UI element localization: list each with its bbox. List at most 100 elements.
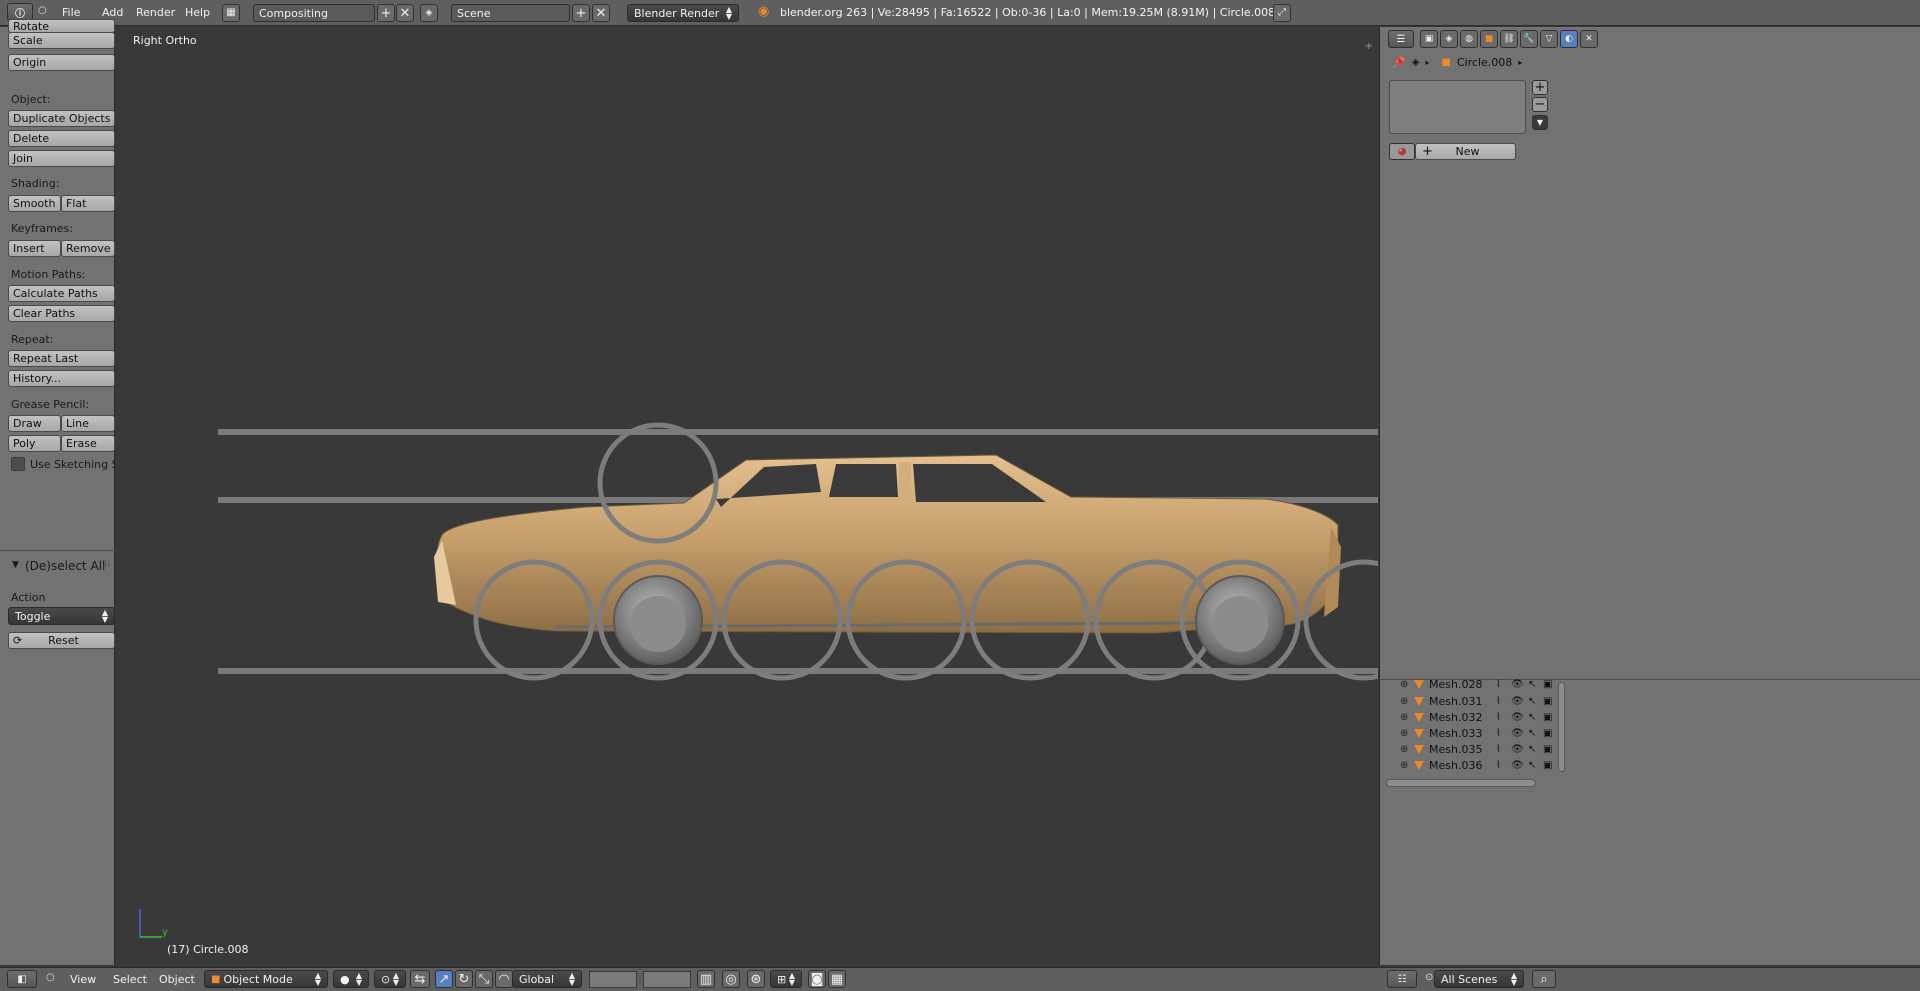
render-camera-icon[interactable]: ◙ [808,970,826,988]
mode-dropdown[interactable]: ■ Object Mode ▲ ▼ [204,970,328,988]
render-icon[interactable]: ▣ [1543,728,1552,739]
3d-viewport[interactable]: Right Ortho y (17) Circle.008 + [116,27,1378,965]
render-icon[interactable]: ▣ [1543,712,1552,723]
draw-button[interactable]: Draw [8,415,61,432]
cursor-icon[interactable]: ↖ [1528,696,1536,707]
flat-button[interactable]: Flat [61,195,115,212]
remove-keyframe-button[interactable]: Remove [61,240,115,257]
eye-icon[interactable]: 👁 [1511,728,1524,739]
menu-view[interactable]: View [70,973,96,986]
render-animation-icon[interactable]: ▦ [828,970,846,988]
modifiers-tab-icon[interactable]: 🔧 [1520,30,1538,48]
collapse-menu-icon[interactable]: ⊙ [1425,972,1433,983]
material-browse-icon[interactable]: ◕ [1389,143,1415,160]
render-icon[interactable]: ▣ [1543,760,1552,771]
menu-add[interactable]: Add [102,6,123,19]
screen-layout-field[interactable]: Compositing [253,4,375,22]
lock-layers-icon[interactable]: ▥ [697,970,715,988]
outliner-vertical-scrollbar[interactable] [1558,682,1565,772]
clear-paths-button[interactable]: Clear Paths [8,305,115,322]
expand-icon[interactable]: ⊕ [1400,744,1408,755]
eye-icon[interactable]: 👁 [1511,696,1524,707]
outliner-horizontal-scrollbar[interactable] [1386,779,1536,787]
list-item[interactable]: ⊕ Mesh.033 ⌇ 👁 ↖ ▣ [1380,725,1565,741]
render-icon[interactable]: ▣ [1543,744,1552,755]
snap-element-dropdown[interactable]: ⊞ ▲ ▼ [770,970,802,988]
cursor-icon[interactable]: ↖ [1528,712,1536,723]
eye-icon[interactable]: 👁 [1511,744,1524,755]
reset-button[interactable]: ⟳ Reset [8,632,115,649]
remove-slot-icon[interactable]: − [1532,97,1548,112]
data-tab-icon[interactable]: ▽ [1540,30,1558,48]
viewport-shading-dropdown[interactable]: ● ▲ ▼ [333,970,369,988]
pin-icon[interactable]: 📌 [1392,56,1406,69]
properties-editor-type-button[interactable]: ☰ [1388,30,1414,48]
fullscreen-icon[interactable]: ⤢ [1273,4,1291,22]
orientation-dropdown[interactable]: Global ▲ ▼ [512,970,582,988]
eye-icon[interactable]: 👁 [1511,712,1524,723]
cursor-icon[interactable]: ↖ [1528,744,1536,755]
remove-layout-icon[interactable]: ✕ [396,4,414,22]
rotate-manipulator-icon[interactable]: ◠ [495,970,513,988]
material-tab-icon[interactable]: ◐ [1560,30,1578,48]
cursor-icon[interactable]: ↖ [1528,760,1536,771]
manipulator-toggle-icon[interactable]: ⇆ [410,970,430,988]
layer-buttons-group-1[interactable] [589,971,637,988]
expand-icon[interactable]: ⊕ [1400,712,1408,723]
history-button[interactable]: History... [8,370,115,387]
expand-icon[interactable]: ⊕ [1400,696,1408,707]
render-icon[interactable]: ▣ [1543,696,1552,707]
viewport-corner-plus-icon[interactable]: + [1365,41,1373,52]
snap-toggle-icon[interactable]: ⊛ [747,970,765,988]
search-icon[interactable]: ⌕ [1532,970,1556,988]
layer-buttons-group-2[interactable] [643,971,691,988]
list-item[interactable]: ⊕ Mesh.028 ⌇ 👁 ↖ ▣ [1380,676,1565,692]
object-tab-icon[interactable]: ■ [1480,30,1498,48]
scene-field[interactable]: Scene [451,4,570,22]
list-item[interactable]: ⊕ Mesh.031 ⌇ 👁 ↖ ▣ [1380,693,1565,709]
expand-icon[interactable]: ⊕ [1400,679,1408,690]
add-scene-icon[interactable]: + [572,4,590,22]
pivot-dropdown[interactable]: ⊙ ▲ ▼ [374,970,406,988]
render-engine-dropdown[interactable]: Blender Render ▲ ▼ [627,4,739,22]
scene-filter-dropdown[interactable]: All Scenes ▲ ▼ [1434,970,1524,988]
cursor-icon[interactable]: ↖ [1528,679,1536,690]
menu-file[interactable]: File [62,6,80,19]
scene-icon[interactable]: ◈ [420,4,438,22]
list-item[interactable]: ⊕ Mesh.035 ⌇ 👁 ↖ ▣ [1380,741,1565,757]
list-item[interactable]: ⊕ Mesh.032 ⌇ 👁 ↖ ▣ [1380,709,1565,725]
render-tab-icon[interactable]: ▣ [1420,30,1438,48]
cursor-icon[interactable]: ↖ [1528,728,1536,739]
smooth-button[interactable]: Smooth [8,195,61,212]
view3d-editor-type-button[interactable]: ◧ [7,970,37,988]
insert-keyframe-button[interactable]: Insert [8,240,61,257]
erase-button[interactable]: Erase [61,435,115,452]
add-layout-icon[interactable]: + [377,4,395,22]
menu-object[interactable]: Object [159,973,195,986]
delete-button[interactable]: Delete [8,130,115,147]
repeat-last-button[interactable]: Repeat Last [8,350,115,367]
collapse-triangle-icon[interactable]: ▼ [12,560,19,570]
material-slot-list[interactable] [1389,80,1526,134]
proportional-edit-icon[interactable]: ◎ [722,970,740,988]
eye-icon[interactable]: 👁 [1511,760,1524,771]
origin-button[interactable]: Origin [8,54,115,71]
rotate-manipulator-icon[interactable]: ↻ [455,970,473,988]
remove-scene-icon[interactable]: ✕ [592,4,610,22]
texture-tab-icon[interactable]: ✕ [1580,30,1598,48]
constraints-tab-icon[interactable]: ⛓ [1500,30,1518,48]
outliner-editor-type-button[interactable]: ☷ [1387,970,1417,988]
add-slot-icon[interactable]: + [1532,80,1548,95]
collapse-menu-icon[interactable]: ○ [46,972,55,983]
scene-canvas[interactable]: y [116,27,1378,965]
rotate-button[interactable]: Rotate [8,19,115,33]
translate-manipulator-icon[interactable]: ↗ [435,970,453,988]
slot-menu-icon[interactable]: ▼ [1532,115,1548,130]
world-tab-icon[interactable]: ◍ [1460,30,1478,48]
scene-tab-icon[interactable]: ◈ [1440,30,1458,48]
render-icon[interactable]: ▣ [1543,679,1552,690]
calculate-paths-button[interactable]: Calculate Paths [8,285,115,302]
list-item[interactable]: ⊕ Mesh.036 ⌇ 👁 ↖ ▣ [1380,757,1565,773]
drag-grip-icon[interactable]: ⁞⁞ [104,559,110,570]
menu-help[interactable]: Help [185,6,210,19]
